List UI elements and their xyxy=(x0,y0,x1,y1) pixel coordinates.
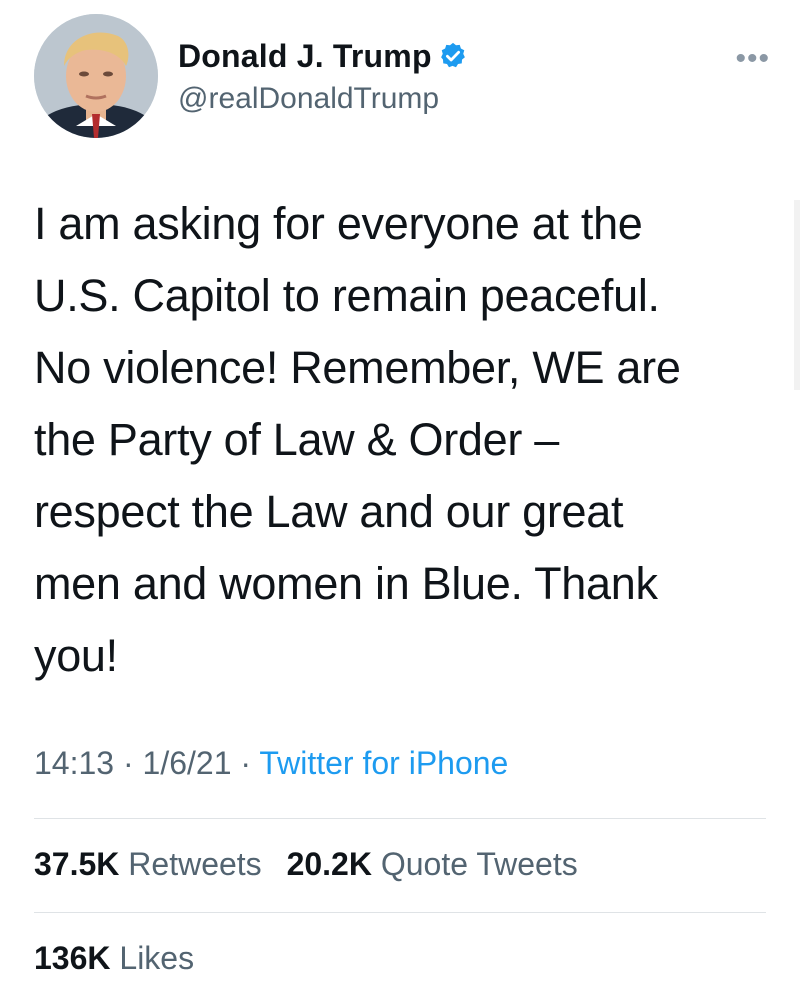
retweets-count: 37.5K xyxy=(34,846,120,882)
divider xyxy=(34,818,766,819)
scrollbar[interactable] xyxy=(794,200,800,390)
quote-tweets-stat[interactable]: 20.2K Quote Tweets xyxy=(287,846,578,882)
tweet-line: you! xyxy=(34,630,118,681)
avatar-photo-icon xyxy=(34,14,158,138)
display-name[interactable]: Donald J. Trump xyxy=(178,38,432,75)
divider xyxy=(34,912,766,913)
tweet-text: I am asking for everyone at the U.S. Cap… xyxy=(34,188,754,692)
quote-tweets-count: 20.2K xyxy=(286,846,372,882)
tweet-source-link[interactable]: Twitter for iPhone xyxy=(259,745,508,781)
quote-tweets-label: Quote Tweets xyxy=(380,846,578,882)
retweets-stat[interactable]: 37.5K Retweets xyxy=(34,846,262,882)
likes-label: Likes xyxy=(119,940,195,976)
tweet-time[interactable]: 14:13 xyxy=(34,745,114,781)
tweet-line: the Party of Law & Order – xyxy=(34,414,559,465)
tweet-line: men and women in Blue. Thank xyxy=(34,558,658,609)
verified-badge-icon xyxy=(438,41,468,71)
tweet-date[interactable]: 1/6/21 xyxy=(143,745,232,781)
tweet-line: I am asking for everyone at the xyxy=(34,198,643,249)
user-names: Donald J. Trump @realDonaldTrump xyxy=(178,36,468,116)
tweet-line: respect the Law and our great xyxy=(34,486,624,537)
likes-stats-row: 136K Likes xyxy=(34,940,210,977)
user-handle[interactable]: @realDonaldTrump xyxy=(178,82,468,116)
avatar[interactable] xyxy=(34,14,158,138)
engagement-stats-row: 37.5K Retweets 20.2K Quote Tweets xyxy=(34,846,594,883)
likes-count: 136K xyxy=(34,940,111,976)
meta-separator: · xyxy=(114,745,143,781)
tweet-line: No violence! Remember, WE are xyxy=(34,342,681,393)
likes-stat[interactable]: 136K Likes xyxy=(34,940,194,976)
display-name-row: Donald J. Trump xyxy=(178,36,468,76)
tweet-meta: 14:13 · 1/6/21 · Twitter for iPhone xyxy=(34,745,508,782)
tweet-line: U.S. Capitol to remain peaceful. xyxy=(34,270,660,321)
meta-separator: · xyxy=(231,745,260,781)
tweet-header: Donald J. Trump @realDonaldTrump ••• xyxy=(34,14,774,144)
retweets-label: Retweets xyxy=(128,846,262,882)
more-options-icon[interactable]: ••• xyxy=(735,44,770,74)
